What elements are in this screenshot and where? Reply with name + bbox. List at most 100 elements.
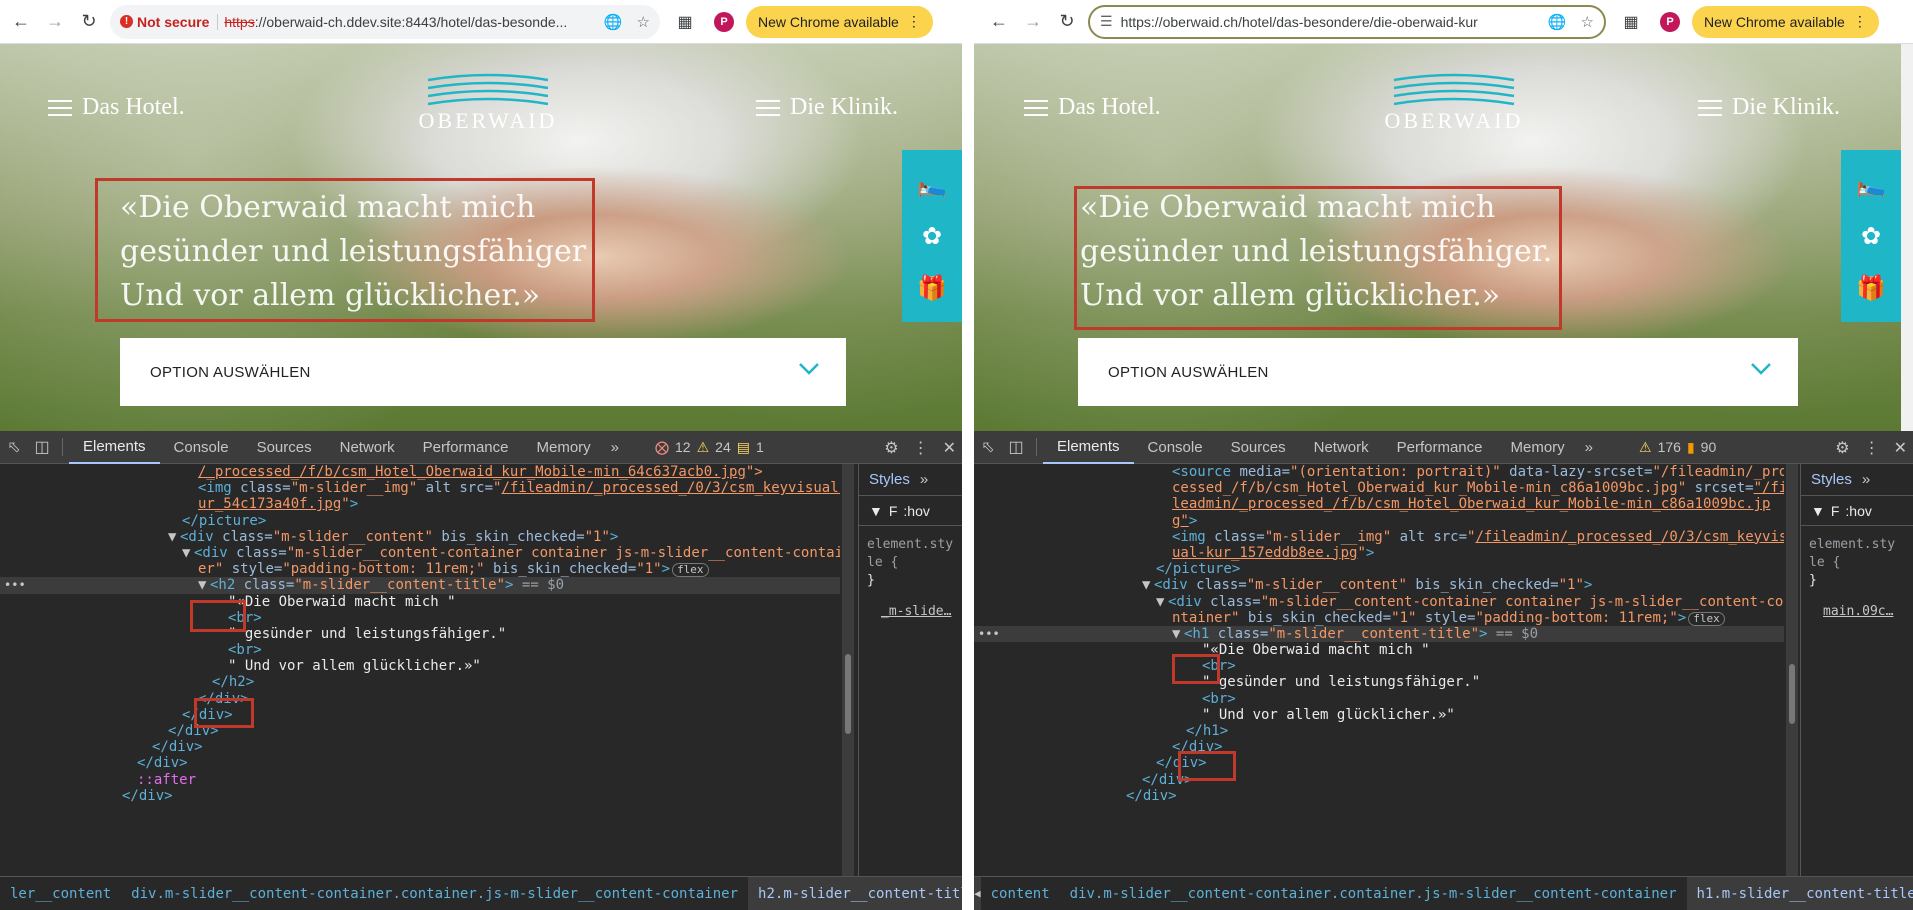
tab-console[interactable]: Console [160,431,243,464]
hov-toggle[interactable]: :hov [1845,503,1871,519]
code-line[interactable]: </div> [0,691,840,707]
device-toolbar-icon[interactable]: ◫ [1002,431,1030,464]
code-line[interactable]: </h2> [0,674,840,690]
tab-sources[interactable]: Sources [1217,431,1300,464]
breadcrumb-item[interactable]: content [981,877,1060,910]
more-tabs-icon[interactable]: » [1862,471,1870,488]
code-line[interactable]: ▼ <div class="m-slider__content" bis_skin… [974,577,1784,593]
settings-gear-icon[interactable]: ⚙ [1835,438,1849,458]
breadcrumb-item[interactable]: div.m-slider__content-container.containe… [1060,877,1687,910]
code-line[interactable]: ual-kur_157eddb8ee.jpg"> [974,545,1784,561]
img-src-link[interactable]: /fileadmin/_processed_/0/3/csm_keyvis [1475,529,1784,545]
tab-performance[interactable]: Performance [409,431,523,464]
translate-icon[interactable]: 🌐 [604,13,623,31]
breadcrumb-item-current[interactable]: h1.m-slider__content-title [1686,877,1913,910]
nav-hotel[interactable]: Das Hotel. [1024,94,1161,121]
issue-counters[interactable]: ⚠ 176 ▮ 90 [1639,439,1716,456]
extensions-icon[interactable]: ▦ [670,7,700,37]
extensions-icon[interactable]: ▦ [1616,7,1646,37]
code-line[interactable]: er" style="padding-bottom: 11rem;" bis_s… [0,561,840,578]
code-line[interactable]: cessed_/f/b/csm_Hotel_Oberwaid_kur_Mobil… [974,480,1784,496]
code-line[interactable]: <source media="(orientation: portrait)" … [974,464,1784,480]
profile-avatar[interactable]: P [714,11,734,32]
breadcrumb-prev-icon[interactable]: ◀ [974,877,981,910]
code-line[interactable]: g"> [974,513,1784,529]
back-icon[interactable]: ← [982,5,1016,39]
tab-elements[interactable]: Elements [1043,430,1134,464]
code-line[interactable]: " gesünder und leistungsfähiger." [0,626,840,642]
code-line[interactable]: ▼ <div class="m-slider__content-container… [974,594,1784,610]
address-bar[interactable]: ! Not secure https://oberwaid-ch.ddev.si… [110,4,660,39]
code-line[interactable]: </h1> [974,723,1784,739]
forward-icon[interactable]: → [38,5,72,39]
code-line[interactable]: ▼ <div class="m-slider__content" bis_skin… [0,529,840,545]
code-line[interactable]: " gesünder und leistungsfähiger." [974,674,1784,690]
tab-styles[interactable]: Styles [1811,471,1852,488]
more-tabs-icon[interactable]: » [1579,439,1599,456]
tab-sources[interactable]: Sources [243,431,326,464]
breadcrumb-item[interactable]: ler__content [0,877,121,910]
code-line[interactable]: <br> [0,642,840,658]
profile-avatar[interactable]: P [1660,11,1680,32]
breadcrumb-item[interactable]: div.m-slider__content-container.containe… [121,877,748,910]
gift-icon[interactable]: 🎁 [917,274,947,303]
more-tabs-icon[interactable]: » [605,439,625,456]
nav-klinik[interactable]: Die Klinik. [756,94,898,121]
code-line[interactable]: ntainer" bis_skin_checked="1" style="pad… [974,610,1784,626]
code-line[interactable]: </picture> [974,561,1784,577]
option-select[interactable]: OPTION AUSWÄHLEN [120,338,846,406]
close-icon[interactable]: ✕ [943,438,956,458]
forward-icon[interactable]: → [1016,5,1050,39]
srcset-link[interactable]: "/fi [1754,480,1784,496]
code-line[interactable]: ▼ <div class="m-slider__content-container… [0,545,840,561]
settings-gear-icon[interactable]: ⚙ [884,438,898,458]
styles-filter[interactable]: ▼ F :hov [1801,496,1913,526]
code-line[interactable]: </div> [0,739,840,755]
reload-icon[interactable]: ↻ [1050,5,1084,39]
page-scrollbar[interactable] [1901,44,1913,431]
code-line[interactable]: </div> [0,755,840,771]
new-chrome-button[interactable]: New Chrome available ⋮ [1692,5,1879,38]
reload-icon[interactable]: ↻ [72,5,106,39]
oberwaid-logo[interactable]: OBERWAID [408,72,568,134]
tab-elements[interactable]: Elements [69,430,160,464]
elements-scrollbar[interactable] [842,464,854,876]
code-line[interactable]: </div> [0,707,840,723]
code-line[interactable]: </div> [0,723,840,739]
code-line[interactable]: " Und vor allem glücklicher.»" [0,658,840,674]
tab-memory[interactable]: Memory [1497,431,1579,464]
inspect-element-icon[interactable]: ⬁ [0,431,28,464]
img-src-link[interactable]: /fileadmin/_processed_/0/3/csm_keyvisual… [501,480,840,496]
tab-performance[interactable]: Performance [1383,431,1497,464]
site-info-icon[interactable]: ☰ [1100,13,1113,30]
code-line[interactable]: </div> [974,739,1784,755]
code-line[interactable]: </div> [974,772,1784,788]
srcset-link-wrap[interactable]: leadmin/_processed_/f/b/csm_Hotel_Oberwa… [1172,496,1770,512]
code-line[interactable]: </div> [974,755,1784,771]
code-line[interactable]: <img class="m-slider__img" alt src="/fil… [0,480,840,496]
breadcrumb-item-current[interactable]: h2.m-slider__content-title [748,877,962,910]
hov-toggle[interactable]: :hov [903,503,929,519]
bed-icon[interactable]: 🛌 [1856,170,1886,199]
ellipsis-icon[interactable]: ••• [978,626,1000,642]
nav-klinik[interactable]: Die Klinik. [1698,94,1840,121]
code-line[interactable]: " Und vor allem glücklicher.»" [974,707,1784,723]
stylesheet-link[interactable]: _m-slide… [859,590,962,619]
back-icon[interactable]: ← [4,5,38,39]
selected-code-line[interactable]: ••• ▼ <h1 class="m-slider__content-title">… [974,625,1784,643]
ellipsis-icon[interactable]: ••• [4,577,26,593]
tab-network[interactable]: Network [1300,431,1383,464]
option-select[interactable]: OPTION AUSWÄHLEN [1078,338,1798,406]
device-toolbar-icon[interactable]: ◫ [28,431,56,464]
flex-badge[interactable]: flex [1688,611,1725,626]
code-line[interactable]: "«Die Oberwaid macht mich " [0,594,840,610]
elements-scrollbar[interactable] [1786,464,1798,876]
devtools-menu-icon[interactable]: ⋮ [913,438,929,458]
more-tabs-icon[interactable]: » [920,471,928,488]
new-chrome-button[interactable]: New Chrome available ⋮ [746,5,933,38]
code-line[interactable]: <br> [974,691,1784,707]
tab-styles[interactable]: Styles [869,471,910,488]
gift-icon[interactable]: 🎁 [1856,274,1886,303]
flex-badge[interactable]: flex [672,563,709,578]
code-line[interactable]: </div> [974,788,1784,804]
